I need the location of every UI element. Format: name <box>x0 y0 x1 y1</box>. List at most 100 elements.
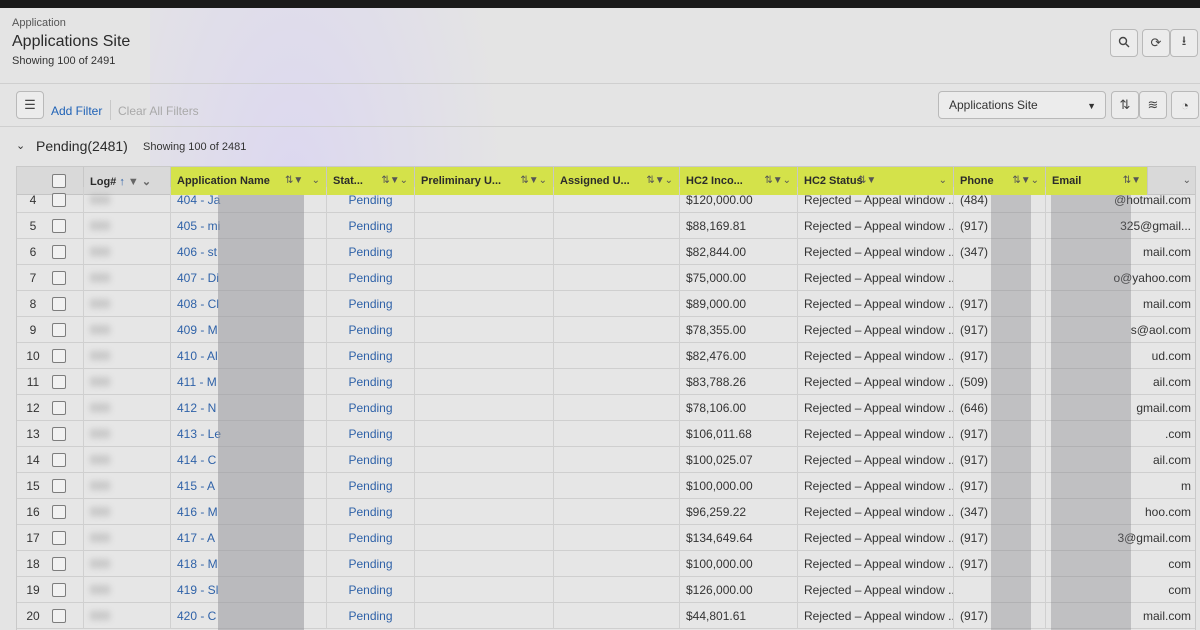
log-number-cell: 000 <box>83 213 170 239</box>
record-count: Showing 100 of 2491 <box>12 55 116 67</box>
hc2-status-cell: Rejected – Appeal window ... <box>797 551 953 577</box>
log-number-cell: 000 <box>83 395 170 421</box>
status-cell: Pending <box>326 343 414 369</box>
filter-toggle-button[interactable]: ☰ <box>16 91 44 119</box>
assigned-cell <box>553 603 679 629</box>
status-cell: Pending <box>326 265 414 291</box>
row-checkbox[interactable] <box>52 271 66 285</box>
clear-filters-link[interactable]: Clear All Filters <box>118 104 199 118</box>
row-checkbox[interactable] <box>52 531 66 545</box>
status-cell: Pending <box>326 291 414 317</box>
chart-button[interactable]: ◔ <box>1171 91 1199 119</box>
assigned-cell <box>553 369 679 395</box>
hc2-income-cell: $78,106.00 <box>679 395 797 421</box>
hc2-income-cell: $89,000.00 <box>679 291 797 317</box>
row-number: 17 <box>26 531 40 545</box>
add-filter-link[interactable]: Add Filter <box>51 104 102 118</box>
status-cell: Pending <box>326 551 414 577</box>
hc2-income-cell: $78,355.00 <box>679 317 797 343</box>
redaction-bar <box>1051 195 1131 630</box>
status-cell: Pending <box>326 577 414 603</box>
log-number-cell: 000 <box>83 473 170 499</box>
data-table: Log# ↑ ▼ ⌄ Application Name ⇅▼ ⌄ Stat... ⇅… <box>16 166 1196 630</box>
status-cell: Pending <box>326 395 414 421</box>
section-title[interactable]: Pending(2481) <box>36 138 128 154</box>
status-cell: Pending <box>326 473 414 499</box>
preliminary-cell <box>414 213 553 239</box>
status-cell: Pending <box>326 499 414 525</box>
assigned-cell <box>553 317 679 343</box>
row-number: 10 <box>26 349 40 363</box>
row-checkbox[interactable] <box>52 349 66 363</box>
layers-button[interactable]: ≋ <box>1139 91 1167 119</box>
log-number-cell: 000 <box>83 239 170 265</box>
status-cell: Pending <box>326 603 414 629</box>
assigned-cell <box>553 291 679 317</box>
download-button[interactable]: ⭳ <box>1170 29 1198 57</box>
page-title: Applications Site <box>12 33 131 50</box>
row-checkbox[interactable] <box>52 453 66 467</box>
sort-icon: ⇅ <box>1119 97 1131 112</box>
row-checkbox[interactable] <box>52 219 66 233</box>
assigned-cell <box>553 447 679 473</box>
breadcrumb[interactable]: Application <box>12 17 66 29</box>
assigned-cell <box>553 421 679 447</box>
row-checkbox[interactable] <box>52 505 66 519</box>
hc2-status-cell: Rejected – Appeal window ... <box>797 187 953 213</box>
hc2-income-cell: $82,476.00 <box>679 343 797 369</box>
hc2-income-cell: $106,011.68 <box>679 421 797 447</box>
hc2-income-cell: $126,000.00 <box>679 577 797 603</box>
preliminary-cell <box>414 421 553 447</box>
hc2-status-cell: Rejected – Appeal window ... <box>797 421 953 447</box>
hc2-income-cell: $100,000.00 <box>679 473 797 499</box>
row-checkbox[interactable] <box>52 245 66 259</box>
section-count: Showing 100 of 2481 <box>143 141 247 153</box>
preliminary-cell <box>414 447 553 473</box>
view-select[interactable]: Applications Site ▼ <box>938 91 1106 119</box>
assigned-cell <box>553 265 679 291</box>
log-number-cell: 000 <box>83 265 170 291</box>
page-header: Application Applications Site Showing 10… <box>0 8 1200 84</box>
assigned-cell <box>553 187 679 213</box>
search-button[interactable] <box>1110 29 1138 57</box>
collapse-chevron-icon[interactable]: ⌄ <box>16 139 25 152</box>
hc2-status-cell: Rejected – Appeal window ... <box>797 525 953 551</box>
status-cell: Pending <box>326 239 414 265</box>
refresh-button[interactable]: ⟳ <box>1142 29 1170 57</box>
row-number: 9 <box>29 323 37 337</box>
preliminary-cell <box>414 343 553 369</box>
row-checkbox[interactable] <box>52 375 66 389</box>
row-checkbox[interactable] <box>52 609 66 623</box>
row-checkbox[interactable] <box>52 401 66 415</box>
row-number: 6 <box>29 245 37 259</box>
divider <box>110 100 111 120</box>
redaction-bar <box>991 195 1031 630</box>
select-all-checkbox[interactable] <box>52 174 66 188</box>
chevron-down-icon: ▼ <box>1087 101 1096 111</box>
row-number: 4 <box>29 193 37 207</box>
row-number: 7 <box>29 271 37 285</box>
row-checkbox[interactable] <box>52 479 66 493</box>
assigned-cell <box>553 239 679 265</box>
row-checkbox[interactable] <box>52 193 66 207</box>
hc2-income-cell: $120,000.00 <box>679 187 797 213</box>
log-number-cell: 000 <box>83 577 170 603</box>
hc2-income-cell: $75,000.00 <box>679 265 797 291</box>
row-number: 15 <box>26 479 40 493</box>
assigned-cell <box>553 525 679 551</box>
hc2-income-cell: $134,649.64 <box>679 525 797 551</box>
row-checkbox[interactable] <box>52 557 66 571</box>
row-number: 19 <box>26 583 40 597</box>
preliminary-cell <box>414 187 553 213</box>
assigned-cell <box>553 395 679 421</box>
status-cell: Pending <box>326 421 414 447</box>
sort-button[interactable]: ⇅ <box>1111 91 1139 119</box>
redaction-bar <box>218 195 304 630</box>
row-checkbox[interactable] <box>52 323 66 337</box>
row-checkbox[interactable] <box>52 427 66 441</box>
row-number: 14 <box>26 453 40 467</box>
hc2-income-cell: $100,000.00 <box>679 551 797 577</box>
row-checkbox[interactable] <box>52 583 66 597</box>
row-checkbox[interactable] <box>52 297 66 311</box>
hc2-income-cell: $44,801.61 <box>679 603 797 629</box>
